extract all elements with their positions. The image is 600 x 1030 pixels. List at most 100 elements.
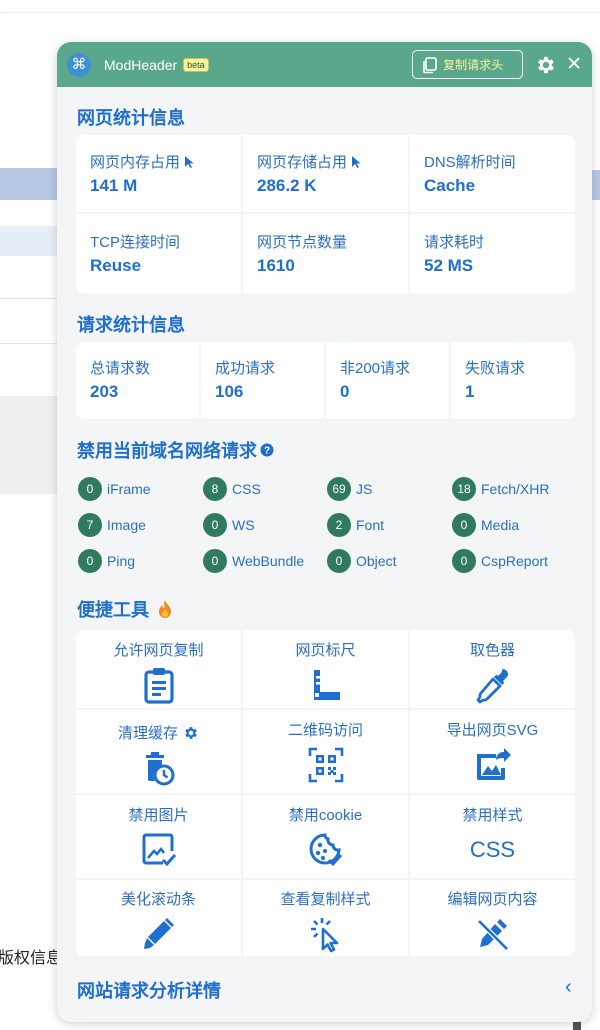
stat-value: 52 MS: [424, 256, 474, 275]
block-webbundle[interactable]: 0 WebBundle: [203, 549, 304, 573]
tools-card: 允许网页复制 网页标尺 取色器 清理缓存 二维码访问 导出网页SVG 禁用图片 …: [76, 630, 575, 956]
count-badge: 8: [203, 477, 227, 501]
tool-ruler[interactable]: 网页标尺: [243, 639, 408, 704]
copy-headers-button[interactable]: 复制请求头: [412, 50, 524, 79]
net-label: WS: [232, 517, 255, 533]
close-icon[interactable]: ✕: [566, 55, 582, 74]
cursor-icon: [185, 155, 194, 168]
tool-view-copy-styles[interactable]: 查看复制样式: [243, 888, 408, 953]
help-icon[interactable]: ?: [260, 443, 274, 457]
block-fetch-xhr[interactable]: 18 Fetch/XHR: [452, 477, 549, 501]
count-badge: 0: [78, 477, 102, 501]
count-badge: 69: [327, 477, 351, 501]
stat-label: 成功请求: [215, 360, 276, 377]
chevron-left-icon[interactable]: ‹: [565, 976, 572, 999]
stat-value: 1: [465, 382, 475, 401]
background-line: [0, 298, 60, 299]
stat-value: 203: [90, 382, 119, 401]
eyedropper-icon: [475, 666, 511, 704]
page-stats-card: 网页内存占用 141 M 网页存储占用 286.2 K DNS解析时间 Cach…: [76, 135, 575, 293]
count-badge: 0: [78, 549, 102, 573]
stat-label: 网页节点数量: [257, 234, 348, 251]
net-label: Object: [356, 553, 397, 569]
app-name: ModHeader: [104, 56, 178, 73]
tool-edit-content[interactable]: 编辑网页内容: [410, 888, 575, 953]
background-line: [0, 343, 60, 344]
stat-label: 网页存储占用: [257, 154, 348, 171]
background-divider: [0, 12, 600, 13]
block-iframe[interactable]: 0 iFrame: [78, 477, 151, 501]
net-label: Media: [481, 517, 520, 533]
stat-label: 非200请求: [340, 360, 411, 377]
copy-headers-label: 复制请求头: [443, 58, 504, 72]
stat-value: 286.2 K: [257, 176, 317, 195]
stat-storage[interactable]: 网页存储占用 286.2 K: [257, 151, 362, 196]
tool-label: 二维码访问: [287, 722, 363, 739]
popup-header: ⌘ ModHeader beta 复制请求头 ✕: [57, 42, 592, 87]
tool-label: 禁用图片: [128, 807, 189, 824]
block-font[interactable]: 2 Font: [327, 513, 384, 537]
tool-label: 查看复制样式: [280, 891, 371, 908]
stat-non200-requests: 非200请求 0: [340, 357, 410, 402]
count-badge: 0: [203, 513, 227, 537]
tool-disable-styles[interactable]: 禁用样式 CSS: [410, 804, 575, 869]
block-js[interactable]: 69 JS: [327, 477, 372, 501]
block-object[interactable]: 0 Object: [327, 549, 396, 573]
tool-label: 编辑网页内容: [447, 891, 538, 908]
stat-label: 网页内存占用: [90, 154, 181, 171]
count-badge: 0: [452, 549, 476, 573]
stat-value: 106: [215, 382, 244, 401]
tool-clear-cache[interactable]: 清理缓存: [76, 722, 241, 787]
stat-nodes: 网页节点数量 1610: [257, 231, 347, 276]
block-cspreport[interactable]: 0 CspReport: [452, 549, 548, 573]
gear-icon[interactable]: [535, 54, 557, 76]
count-badge: 2: [327, 513, 351, 537]
stat-tcp: TCP连接时间 Reuse: [90, 231, 180, 276]
count-badge: 7: [78, 513, 102, 537]
block-media[interactable]: 0 Media: [452, 513, 519, 537]
tools-title-text: 便捷工具: [77, 600, 149, 620]
tool-disable-cookie[interactable]: 禁用cookie: [243, 804, 408, 869]
app-logo-icon: ⌘: [67, 52, 91, 77]
count-badge: 18: [452, 477, 476, 501]
tool-color-picker[interactable]: 取色器: [410, 639, 575, 704]
ruler-icon: [308, 666, 344, 704]
tool-label: 网页标尺: [295, 642, 356, 659]
block-css[interactable]: 8 CSS: [203, 477, 261, 501]
background-copyright-text: 版权信息: [0, 950, 60, 967]
count-badge: 0: [203, 549, 227, 573]
background-grey-block: [0, 396, 60, 494]
block-ws[interactable]: 0 WS: [203, 513, 255, 537]
stat-label: 请求耗时: [424, 234, 485, 251]
stat-memory[interactable]: 网页内存占用 141 M: [90, 151, 195, 196]
tool-beautify-scrollbar[interactable]: 美化滚动条: [76, 888, 241, 953]
net-label: Font: [356, 517, 385, 533]
stat-dns: DNS解析时间 Cache: [424, 151, 516, 196]
tool-qrcode[interactable]: 二维码访问: [243, 719, 408, 784]
block-image[interactable]: 7 Image: [78, 513, 146, 537]
net-label: CspReport: [481, 553, 548, 569]
tool-disable-images[interactable]: 禁用图片: [76, 804, 241, 869]
marker-icon: [141, 915, 177, 953]
image-export-icon: [474, 746, 512, 784]
tool-allow-copy[interactable]: 允许网页复制: [76, 639, 241, 704]
net-label: Image: [107, 517, 146, 533]
block-network-title: 禁用当前域名网络请求 ?: [77, 437, 274, 463]
stat-failed-requests: 失败请求 1: [465, 357, 525, 402]
net-label: CSS: [232, 481, 261, 497]
block-ping[interactable]: 0 Ping: [78, 549, 135, 573]
tool-label-wrap: 清理缓存: [118, 722, 199, 743]
request-analysis-title[interactable]: 网站请求分析详情: [77, 977, 221, 1003]
stat-value: 141 M: [90, 176, 138, 195]
gear-icon[interactable]: [183, 725, 199, 741]
css-text-icon: CSS: [470, 831, 515, 869]
background-light-row: [0, 226, 60, 256]
stat-label: 失败请求: [465, 360, 526, 377]
tool-label: 导出网页SVG: [446, 722, 539, 739]
request-stats-title: 请求统计信息: [77, 315, 185, 335]
tool-export-svg[interactable]: 导出网页SVG: [410, 719, 575, 784]
css-text: CSS: [469, 837, 516, 862]
block-network-title-text: 禁用当前域名网络请求: [77, 441, 257, 461]
cookie-icon: [308, 831, 344, 869]
image-check-icon: [141, 831, 177, 869]
